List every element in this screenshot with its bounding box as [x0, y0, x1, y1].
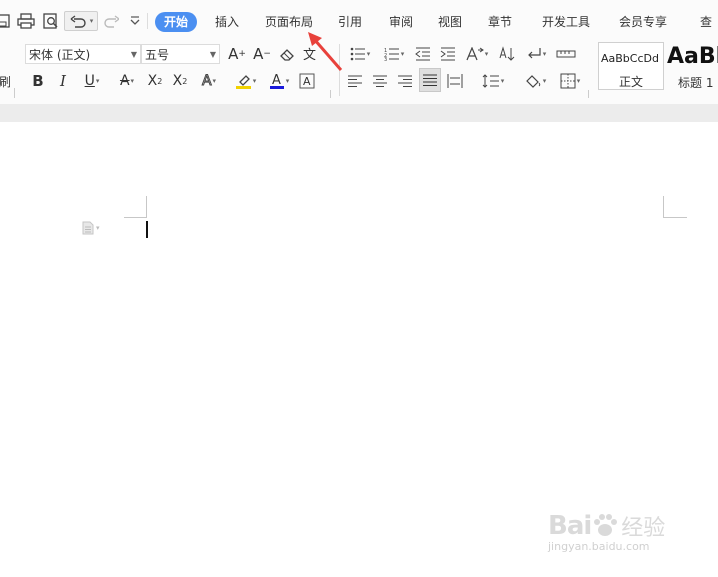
- chevron-down-icon: ▼: [209, 50, 216, 59]
- tab-find[interactable]: 查: [694, 12, 718, 32]
- align-center-icon[interactable]: [371, 71, 389, 91]
- margin-mark: [663, 196, 664, 218]
- margin-mark: [146, 196, 147, 218]
- numbered-list-icon: 123: [384, 48, 399, 61]
- underline-icon: U: [84, 73, 95, 89]
- paint-bucket-icon: [525, 75, 540, 88]
- underline-button[interactable]: U ▾: [78, 71, 106, 91]
- style-heading-label: 标题 1: [678, 76, 714, 90]
- style-normal-label: 正文: [618, 75, 643, 89]
- document-icon: [82, 221, 94, 235]
- annotation-arrow-icon: [308, 32, 343, 71]
- align-right-icon[interactable]: [396, 71, 414, 91]
- bullet-list-icon: [350, 47, 365, 61]
- italic-icon[interactable]: I: [55, 71, 71, 91]
- highlighter-icon: [235, 75, 251, 89]
- line-spacing-icon: [482, 74, 499, 88]
- strikethrough-icon: A: [119, 73, 130, 89]
- print-preview-icon[interactable]: [41, 11, 61, 31]
- paragraph-marks-button[interactable]: ▾: [522, 44, 550, 64]
- tab-developer[interactable]: 开发工具: [540, 12, 592, 32]
- shrink-font-icon[interactable]: A −: [253, 44, 271, 64]
- save-icon[interactable]: [0, 11, 12, 31]
- group-corner: [14, 88, 15, 98]
- watermark: Bai 经验 jingyan.baidu.com: [548, 510, 665, 553]
- tab-review[interactable]: 审阅: [388, 12, 414, 32]
- margin-mark: [663, 217, 687, 218]
- chevron-down-icon: ▼: [130, 50, 137, 59]
- tab-chapter[interactable]: 章节: [487, 12, 513, 32]
- group-corner: [588, 90, 589, 98]
- style-normal[interactable]: AaBbCcDd 正文: [598, 42, 664, 90]
- increase-indent-icon[interactable]: [438, 44, 458, 64]
- subscript-icon[interactable]: X2: [170, 71, 190, 91]
- ribbon: ▾ 开始 插入 页面布局 引用 审阅 视图 章节 开发工具 会员专享 查 刷 宋…: [0, 0, 718, 104]
- text-effects-button[interactable]: A ▾: [196, 71, 222, 91]
- tab-member[interactable]: 会员专享: [617, 12, 669, 32]
- divider: [147, 13, 148, 29]
- style-heading-preview: AaBl: [667, 44, 718, 69]
- paragraph-handle[interactable]: ▾: [82, 221, 100, 235]
- customize-chevron-icon[interactable]: [128, 11, 142, 31]
- print-icon[interactable]: [16, 11, 36, 31]
- chinese-layout-icon: [466, 47, 484, 61]
- style-normal-preview: AaBbCcDd: [601, 52, 659, 65]
- svg-text:A: A: [272, 73, 281, 88]
- tab-insert[interactable]: 插入: [213, 12, 241, 32]
- undo-icon: [70, 15, 86, 28]
- bold-icon[interactable]: B: [30, 71, 46, 91]
- numbering-button[interactable]: 1 2 3 ▾: [380, 44, 408, 64]
- watermark-brand-cn: 经验: [621, 516, 666, 541]
- font-name-select[interactable]: 宋体 (正文) ▼: [25, 44, 141, 64]
- font-size-select[interactable]: 五号 ▼: [141, 44, 220, 64]
- tab-view[interactable]: 视图: [437, 12, 463, 32]
- group-corner: [330, 90, 331, 98]
- bullets-button[interactable]: ▾: [346, 44, 374, 64]
- svg-text:3: 3: [384, 57, 387, 61]
- shading-button[interactable]: ▾: [520, 71, 550, 91]
- superscript-icon[interactable]: X2: [145, 71, 165, 91]
- justify-icon[interactable]: [419, 68, 441, 92]
- margin-mark: [124, 217, 147, 218]
- chinese-layout-button[interactable]: ▾: [462, 44, 492, 64]
- font-color-button[interactable]: A ▾: [264, 71, 294, 91]
- font-size-value: 五号: [145, 48, 170, 62]
- watermark-brand: Bai: [548, 511, 592, 541]
- text-effects-icon: A: [201, 73, 212, 90]
- tab-bar: ▾ 开始 插入 页面布局 引用 审阅 视图 章节 开发工具 会员专享 查: [0, 8, 718, 34]
- chevron-down-icon: ▾: [96, 224, 100, 232]
- document-page[interactable]: [0, 122, 718, 577]
- line-spacing-button[interactable]: ▾: [478, 71, 508, 91]
- undo-button[interactable]: ▾: [64, 11, 98, 31]
- decrease-indent-icon[interactable]: [413, 44, 433, 64]
- tab-home[interactable]: 开始: [155, 12, 198, 32]
- sort-icon[interactable]: [497, 44, 517, 64]
- clear-format-icon[interactable]: [278, 44, 296, 64]
- workspace-background: [0, 104, 718, 122]
- format-painter-label[interactable]: 刷: [0, 72, 10, 90]
- strikethrough-button[interactable]: A ▾: [113, 71, 141, 91]
- font-color-icon: A: [269, 73, 284, 89]
- grow-font-icon[interactable]: A +: [228, 44, 246, 64]
- text-cursor: [146, 221, 148, 238]
- style-heading-1[interactable]: AaBl 标题 1: [666, 42, 718, 90]
- paw-icon: [594, 514, 618, 536]
- tab-ruler-icon[interactable]: [555, 44, 577, 64]
- font-name-value: 宋体 (正文): [29, 48, 91, 62]
- distributed-icon[interactable]: [445, 71, 465, 91]
- redo-icon[interactable]: [102, 11, 120, 31]
- highlight-button[interactable]: ▾: [230, 71, 260, 91]
- borders-button[interactable]: ▾: [555, 71, 585, 91]
- return-arrow-icon: [527, 48, 541, 59]
- watermark-url: jingyan.baidu.com: [548, 540, 650, 553]
- borders-icon: [560, 73, 576, 89]
